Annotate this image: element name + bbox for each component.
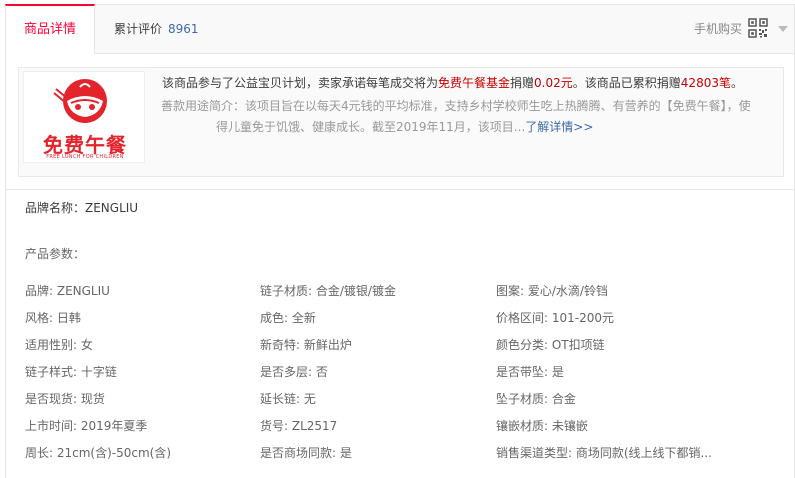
charity-text: 该商品参与了公益宝贝计划，卖家承诺每笔成交将为 <box>162 76 439 90</box>
charity-description: 善款用途简介：该项目旨在以每天4元钱的平均标准，支持乡村学校师生吃上热腾腾、有营… <box>147 96 779 138</box>
donation-amount: 0.02元 <box>534 76 573 90</box>
charity-banner: 免费午餐 FREE LUNCH FOR CHILDREN 该商品参与了公益宝贝计… <box>18 67 784 177</box>
attribute-item: 是否带坠: 是 <box>496 365 564 379</box>
attribute-item: 链子样式: 十字链 <box>25 365 117 379</box>
desc-label: 善款用途简介： <box>161 99 246 113</box>
donation-total: 42803笔 <box>680 76 731 90</box>
logo-subtitle: FREE LUNCH FOR CHILDREN <box>46 154 124 160</box>
qr-code-icon[interactable] <box>748 18 768 38</box>
charity-text: 。 <box>730 76 743 90</box>
attribute-item: 是否多层: 否 <box>260 365 328 379</box>
reviews-count: 8961 <box>168 22 199 36</box>
tab-reviews-label: 累计评价 <box>114 22 163 36</box>
attribute-item: 销售渠道类型: 商场同款(线上线下都销... <box>496 446 712 460</box>
attribute-row: 链子样式: 十字链 是否多层: 否 是否带坠: 是 <box>25 363 785 390</box>
mobile-buy-link[interactable]: 手机购买 <box>694 5 742 54</box>
rice-bowl-icon <box>53 79 107 123</box>
attribute-item: 新奇特: 新鲜出炉 <box>260 338 352 352</box>
tab-reviews[interactable]: 累计评价 8961 <box>114 5 199 54</box>
attribute-row: 周长: 21cm(含)-50cm(含) 是否商场同款: 是 销售渠道类型: 商场… <box>25 444 785 471</box>
attribute-item: 成色: 全新 <box>260 311 316 325</box>
product-detail-panel: 商品详情 累计评价 8961 手机购买 免费午餐 FREE LUNCH FOR … <box>5 4 795 478</box>
attribute-item: 坠子材质: 合金 <box>496 392 576 406</box>
attribute-item: 周长: 21cm(含)-50cm(含) <box>25 446 172 460</box>
free-lunch-logo: 免费午餐 FREE LUNCH FOR CHILDREN <box>23 71 145 163</box>
fund-name: 免费午餐基金 <box>438 76 511 90</box>
tab-bar: 商品详情 累计评价 8961 手机购买 <box>5 4 794 54</box>
attribute-item: 上市时间: 2019年夏季 <box>25 419 148 433</box>
attribute-item: 是否商场同款: 是 <box>260 446 352 460</box>
attribute-row: 是否现货: 现货 延长链: 无 坠子材质: 合金 <box>25 390 785 417</box>
tab-product-details[interactable]: 商品详情 <box>5 4 95 54</box>
learn-more-link[interactable]: 了解详情>> <box>525 120 593 134</box>
chevron-down-icon[interactable] <box>778 26 788 32</box>
attribute-item: 风格: 日韩 <box>25 311 81 325</box>
charity-text: 。该商品已累积捐赠 <box>572 76 681 90</box>
attribute-item: 镶嵌材质: 未镶嵌 <box>496 419 588 433</box>
desc-text-2: 得儿童免于饥饿、健康成长。截至2019年11月，该项目... <box>216 120 526 134</box>
attribute-row: 品牌: ZENGLIU 链子材质: 合金/镀银/镀金 图案: 爱心/水滴/铃铛 <box>25 282 785 309</box>
charity-text: 捐赠 <box>510 76 535 90</box>
attribute-item: 图案: 爱心/水滴/铃铛 <box>496 284 608 298</box>
attribute-item: 品牌: ZENGLIU <box>25 284 110 298</box>
attribute-row: 风格: 日韩 成色: 全新 价格区间: 101-200元 <box>25 309 785 336</box>
attribute-row: 上市时间: 2019年夏季 货号: ZL2517 镶嵌材质: 未镶嵌 <box>25 417 785 444</box>
attribute-item: 是否现货: 现货 <box>25 392 105 406</box>
attribute-row: 适用性别: 女 新奇特: 新鲜出炉 颜色分类: OT扣项链 <box>25 336 785 363</box>
attribute-item: 适用性别: 女 <box>25 338 93 352</box>
attribute-item: 延长链: 无 <box>260 392 316 406</box>
desc-text-1: 该项目旨在以每天4元钱的平均标准，支持乡村学校师生吃上热腾腾、有营养的【免费午餐… <box>245 99 751 113</box>
brand-name: 品牌名称：ZENGLIU <box>25 201 139 215</box>
section-divider <box>6 189 794 190</box>
params-title: 产品参数： <box>25 247 86 261</box>
attribute-item: 链子材质: 合金/镀银/镀金 <box>260 284 396 298</box>
attribute-item: 货号: ZL2517 <box>260 419 338 433</box>
attribute-list: 品牌: ZENGLIU 链子材质: 合金/镀银/镀金 图案: 爱心/水滴/铃铛 … <box>25 282 785 471</box>
charity-statement: 该商品参与了公益宝贝计划，卖家承诺每笔成交将为免费午餐基金捐赠0.02元。该商品… <box>162 74 743 91</box>
attribute-item: 颜色分类: OT扣项链 <box>496 338 605 352</box>
attribute-item: 价格区间: 101-200元 <box>496 311 614 325</box>
